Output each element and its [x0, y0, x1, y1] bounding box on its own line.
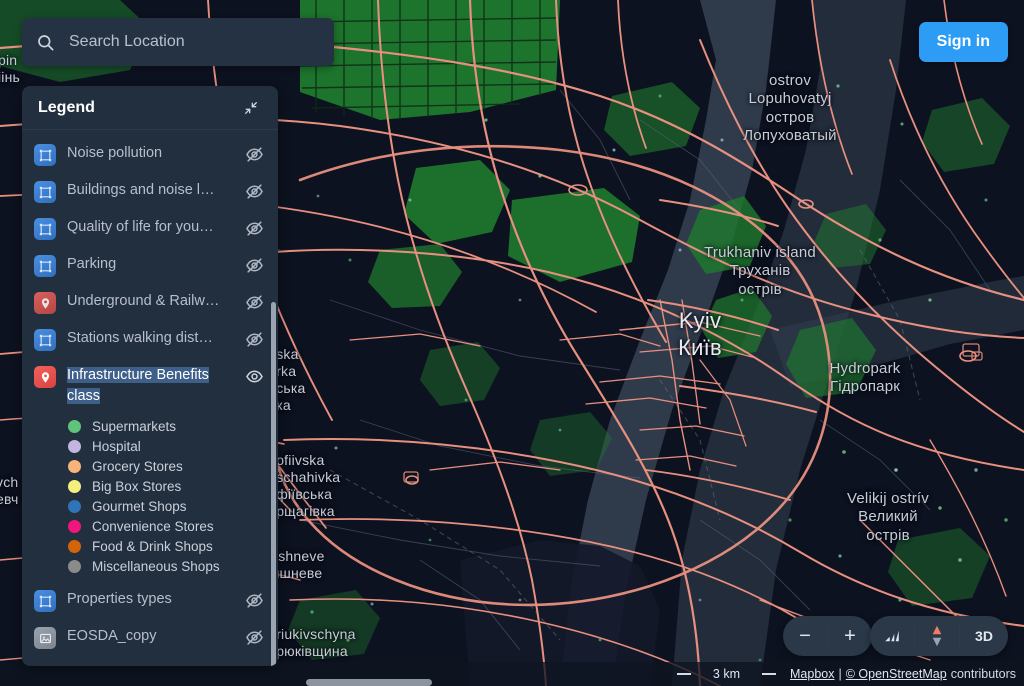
- eye-off-icon[interactable]: [245, 591, 264, 610]
- ruler-terrain-icon[interactable]: [870, 616, 914, 656]
- eye-off-icon[interactable]: [245, 219, 264, 238]
- category-label: Big Box Stores: [92, 479, 181, 494]
- eye-off-icon[interactable]: [245, 330, 264, 349]
- eye-off-icon[interactable]: [245, 293, 264, 312]
- scale-tick-left: [677, 673, 691, 675]
- polygon-layer-icon: [34, 181, 56, 203]
- legend-category-big-box-stores: Big Box Stores: [22, 476, 278, 496]
- scale-tick-right: [762, 673, 776, 675]
- eye-on-icon[interactable]: [245, 367, 264, 386]
- openstreetmap-link[interactable]: © OpenStreetMap: [846, 667, 947, 681]
- scale-label: 3 km: [713, 667, 740, 681]
- legend-category-miscellaneous-shops: Miscellaneous Shops: [22, 556, 278, 576]
- category-color-swatch: [68, 420, 81, 433]
- legend-layer-quality-of-life[interactable]: Quality of life for you…: [22, 210, 278, 247]
- category-color-swatch: [68, 440, 81, 453]
- zoom-out-button[interactable]: −: [783, 616, 827, 656]
- legend-layer-label: Buildings and noise l…: [67, 180, 245, 201]
- category-color-swatch: [68, 540, 81, 553]
- eye-off-icon[interactable]: [245, 182, 264, 201]
- polygon-layer-icon: [34, 590, 56, 612]
- search-box[interactable]: [22, 18, 334, 66]
- legend-scrollbar-thumb[interactable]: [271, 302, 276, 666]
- raster-layer-icon: [34, 627, 56, 649]
- pitch-3d-button[interactable]: 3D: [960, 616, 1008, 656]
- legend-layer-infrastructure-benefits-class[interactable]: Infrastructure Benefits class: [22, 358, 278, 414]
- legend-layer-label: EOSDA_copy: [67, 626, 245, 647]
- attribution: Mapbox | © OpenStreetMap contributors: [790, 667, 1016, 681]
- polygon-layer-icon: [34, 329, 56, 351]
- mapbox-link[interactable]: Mapbox: [790, 667, 834, 681]
- zoom-controls: − +: [783, 616, 872, 656]
- legend-header: Legend: [22, 86, 278, 130]
- legend-layer-underground-railway[interactable]: Underground & Railw…: [22, 284, 278, 321]
- category-label: Hospital: [92, 439, 141, 454]
- legend-title: Legend: [38, 99, 95, 117]
- category-label: Supermarkets: [92, 419, 176, 434]
- page-horizontal-scrollbar[interactable]: [306, 679, 432, 686]
- legend-layer-noise-pollution[interactable]: Noise pollution: [22, 136, 278, 173]
- legend-layer-label-text: Infrastructure Benefits class: [67, 367, 209, 404]
- category-label: Miscellaneous Shops: [92, 559, 220, 574]
- polygon-layer-icon: [34, 144, 56, 166]
- legend-layer-label: Noise pollution: [67, 143, 245, 164]
- legend-layer-label: Properties types: [67, 589, 245, 610]
- attribution-separator: |: [839, 667, 842, 681]
- sign-in-button[interactable]: Sign in: [919, 22, 1008, 62]
- legend-layer-label: Parking: [67, 254, 245, 275]
- eye-off-icon[interactable]: [245, 628, 264, 647]
- legend-layer-list[interactable]: Noise pollution: [22, 130, 278, 666]
- map-pin-layer-icon: [34, 292, 56, 314]
- legend-layer-label: Stations walking dist…: [67, 328, 245, 349]
- category-color-swatch: [68, 500, 81, 513]
- eye-off-icon[interactable]: [245, 145, 264, 164]
- view-controls: 3D: [870, 616, 1008, 656]
- legend-layer-label: Underground & Railw…: [67, 291, 245, 312]
- compass-needle-icon[interactable]: [915, 616, 959, 656]
- legend-layer-buildings-and-noise[interactable]: Buildings and noise l…: [22, 173, 278, 210]
- legend-layer-properties-types[interactable]: Properties types: [22, 582, 278, 619]
- legend-layer-label: Quality of life for you…: [67, 217, 245, 238]
- category-color-swatch: [68, 560, 81, 573]
- category-label: Food & Drink Shops: [92, 539, 213, 554]
- legend-category-list: Supermarkets Hospital Grocery Stores Big…: [22, 414, 278, 582]
- category-label: Grocery Stores: [92, 459, 183, 474]
- legend-category-grocery-stores: Grocery Stores: [22, 456, 278, 476]
- legend-category-food-and-drink-shops: Food & Drink Shops: [22, 536, 278, 556]
- search-icon: [36, 33, 55, 52]
- search-input[interactable]: [67, 32, 320, 52]
- category-color-swatch: [68, 520, 81, 533]
- polygon-layer-icon: [34, 255, 56, 277]
- legend-layer-parking[interactable]: Parking: [22, 247, 278, 284]
- category-color-swatch: [68, 480, 81, 493]
- legend-layer-eosda-copy[interactable]: EOSDA_copy: [22, 619, 278, 656]
- legend-category-convenience-stores: Convenience Stores: [22, 516, 278, 536]
- legend-layer-stations-walking-distance[interactable]: Stations walking dist…: [22, 321, 278, 358]
- polygon-layer-icon: [34, 218, 56, 240]
- eye-off-icon[interactable]: [245, 256, 264, 275]
- legend-category-supermarkets: Supermarkets: [22, 416, 278, 436]
- attribution-suffix: contributors: [951, 667, 1016, 681]
- scale-bar: 3 km: [677, 667, 776, 681]
- legend-category-hospital: Hospital: [22, 436, 278, 456]
- legend-category-gourmet-shops: Gourmet Shops: [22, 496, 278, 516]
- category-label: Gourmet Shops: [92, 499, 187, 514]
- category-label: Convenience Stores: [92, 519, 214, 534]
- zoom-in-button[interactable]: +: [828, 616, 872, 656]
- legend-panel: Legend: [22, 86, 278, 666]
- map-pin-layer-icon: [34, 366, 56, 388]
- collapse-diagonal-arrows-icon[interactable]: [240, 97, 262, 119]
- legend-layer-label: Infrastructure Benefits class: [67, 365, 245, 407]
- category-color-swatch: [68, 460, 81, 473]
- map-application: ostrov Lopuhovatyj остров Лопуховатый Tr…: [0, 0, 1024, 686]
